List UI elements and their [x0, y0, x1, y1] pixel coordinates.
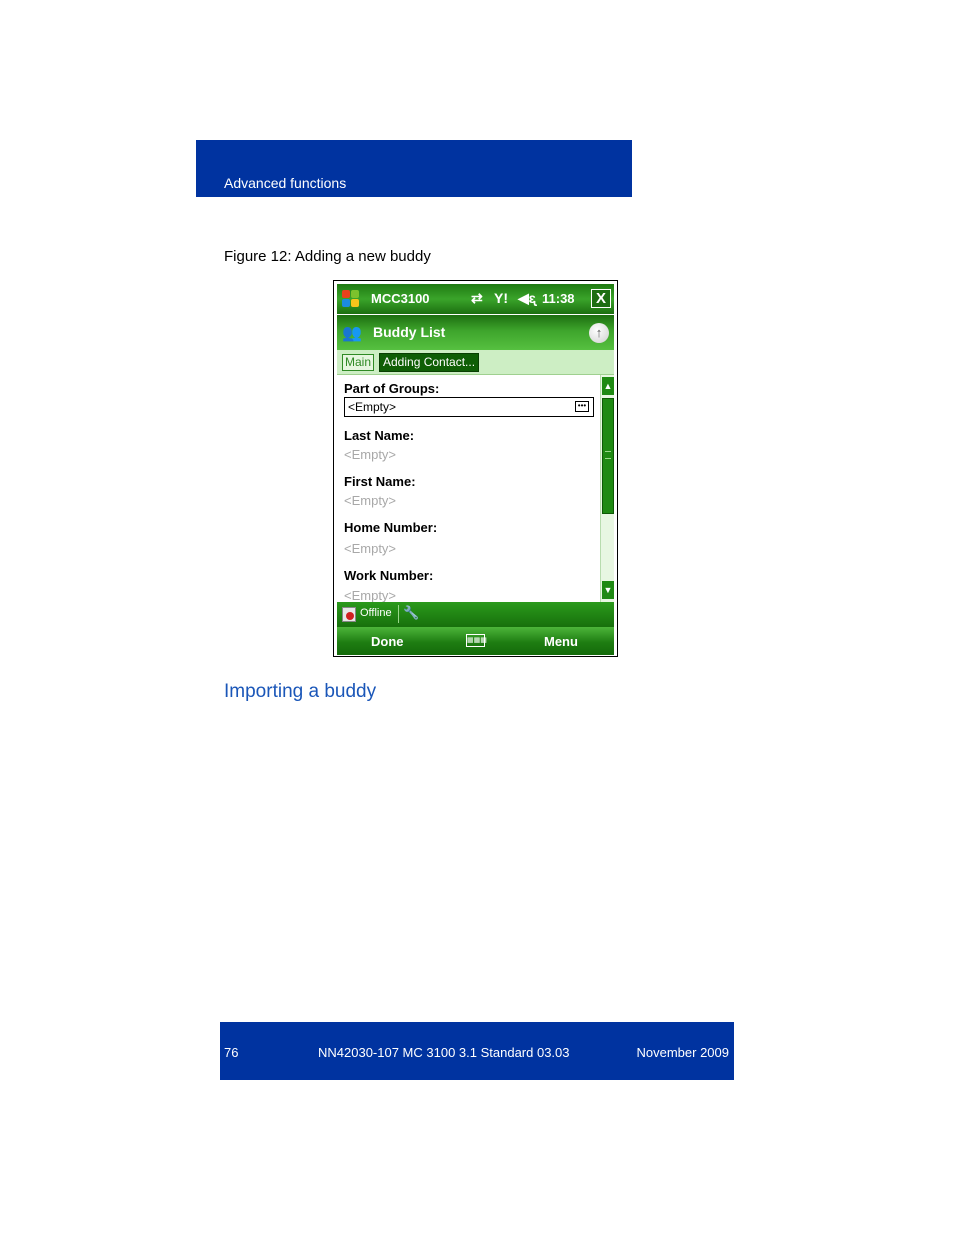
status-bar: MCC3100 ⇄ Y! ◀ᶓ 11:38 X: [337, 284, 614, 314]
part-of-groups-value: <Empty>: [348, 400, 397, 414]
scroll-thumb[interactable]: [602, 398, 614, 514]
up-arrow-icon[interactable]: ↑: [589, 323, 609, 343]
vertical-scrollbar[interactable]: ▲ ▼: [600, 375, 614, 602]
publication-date: November 2009: [636, 1045, 730, 1060]
presence-status[interactable]: Offline: [360, 607, 392, 619]
work-number-field[interactable]: <Empty>: [344, 588, 396, 602]
phone-screenshot: MCC3100 ⇄ Y! ◀ᶓ 11:38 X 👥 Buddy List ↑ M…: [333, 280, 618, 657]
menu-softkey[interactable]: Menu: [544, 634, 578, 649]
chapter-header-bar: Advanced functions: [196, 140, 632, 197]
last-name-label: Last Name:: [344, 428, 415, 443]
scroll-down-arrow-icon[interactable]: ▼: [602, 581, 614, 599]
first-name-field[interactable]: <Empty>: [344, 493, 396, 508]
screen-title: Buddy List: [373, 324, 446, 340]
close-button[interactable]: X: [591, 289, 611, 308]
part-of-groups-picker[interactable]: <Empty> •••: [344, 397, 594, 417]
figure-caption: Figure 12: Adding a new buddy: [224, 248, 431, 265]
data-sync-icon: ⇄: [471, 290, 483, 306]
page-footer: 76 NN42030-107 MC 3100 3.1 Standard 03.0…: [220, 1022, 734, 1080]
title-bar: 👥 Buddy List ↑: [337, 315, 614, 350]
home-number-field[interactable]: <Empty>: [344, 541, 396, 556]
keyboard-icon[interactable]: ▦▦▦: [466, 634, 487, 647]
divider: [398, 605, 399, 623]
ellipsis-icon[interactable]: •••: [575, 401, 589, 412]
page-number: 76: [224, 1045, 239, 1060]
softkey-bar: Done ▦▦▦ Menu: [337, 627, 614, 655]
done-softkey[interactable]: Done: [371, 634, 404, 649]
search-tool-icon[interactable]: 🔧: [403, 605, 419, 621]
tab-strip: Main Adding Contact...: [337, 350, 614, 375]
chapter-title: Advanced functions: [224, 175, 347, 191]
scroll-up-arrow-icon[interactable]: ▲: [602, 377, 614, 395]
presence-bar: Offline 🔧: [337, 602, 614, 627]
speaker-icon[interactable]: ◀ᶓ: [518, 290, 536, 307]
windows-start-icon[interactable]: [341, 289, 361, 309]
signal-icon: Y!: [494, 290, 508, 306]
tab-adding-contact[interactable]: Adding Contact...: [379, 353, 480, 372]
buddy-list-icon: 👥: [342, 325, 362, 342]
offline-status-icon[interactable]: [342, 607, 356, 622]
app-name: MCC3100: [371, 291, 430, 306]
section-heading: Importing a buddy: [224, 681, 377, 702]
last-name-field[interactable]: <Empty>: [344, 447, 396, 462]
clock-time[interactable]: 11:38: [542, 291, 575, 306]
document-id: NN42030-107 MC 3100 3.1 Standard 03.03: [318, 1045, 570, 1060]
contact-form: Part of Groups: <Empty> ••• Last Name: <…: [337, 375, 599, 602]
work-number-label: Work Number:: [344, 568, 434, 583]
first-name-label: First Name:: [344, 474, 416, 489]
home-number-label: Home Number:: [344, 520, 438, 535]
part-of-groups-label: Part of Groups:: [344, 381, 440, 396]
phone-screen: MCC3100 ⇄ Y! ◀ᶓ 11:38 X 👥 Buddy List ↑ M…: [337, 284, 614, 655]
tab-main[interactable]: Main: [342, 354, 375, 371]
